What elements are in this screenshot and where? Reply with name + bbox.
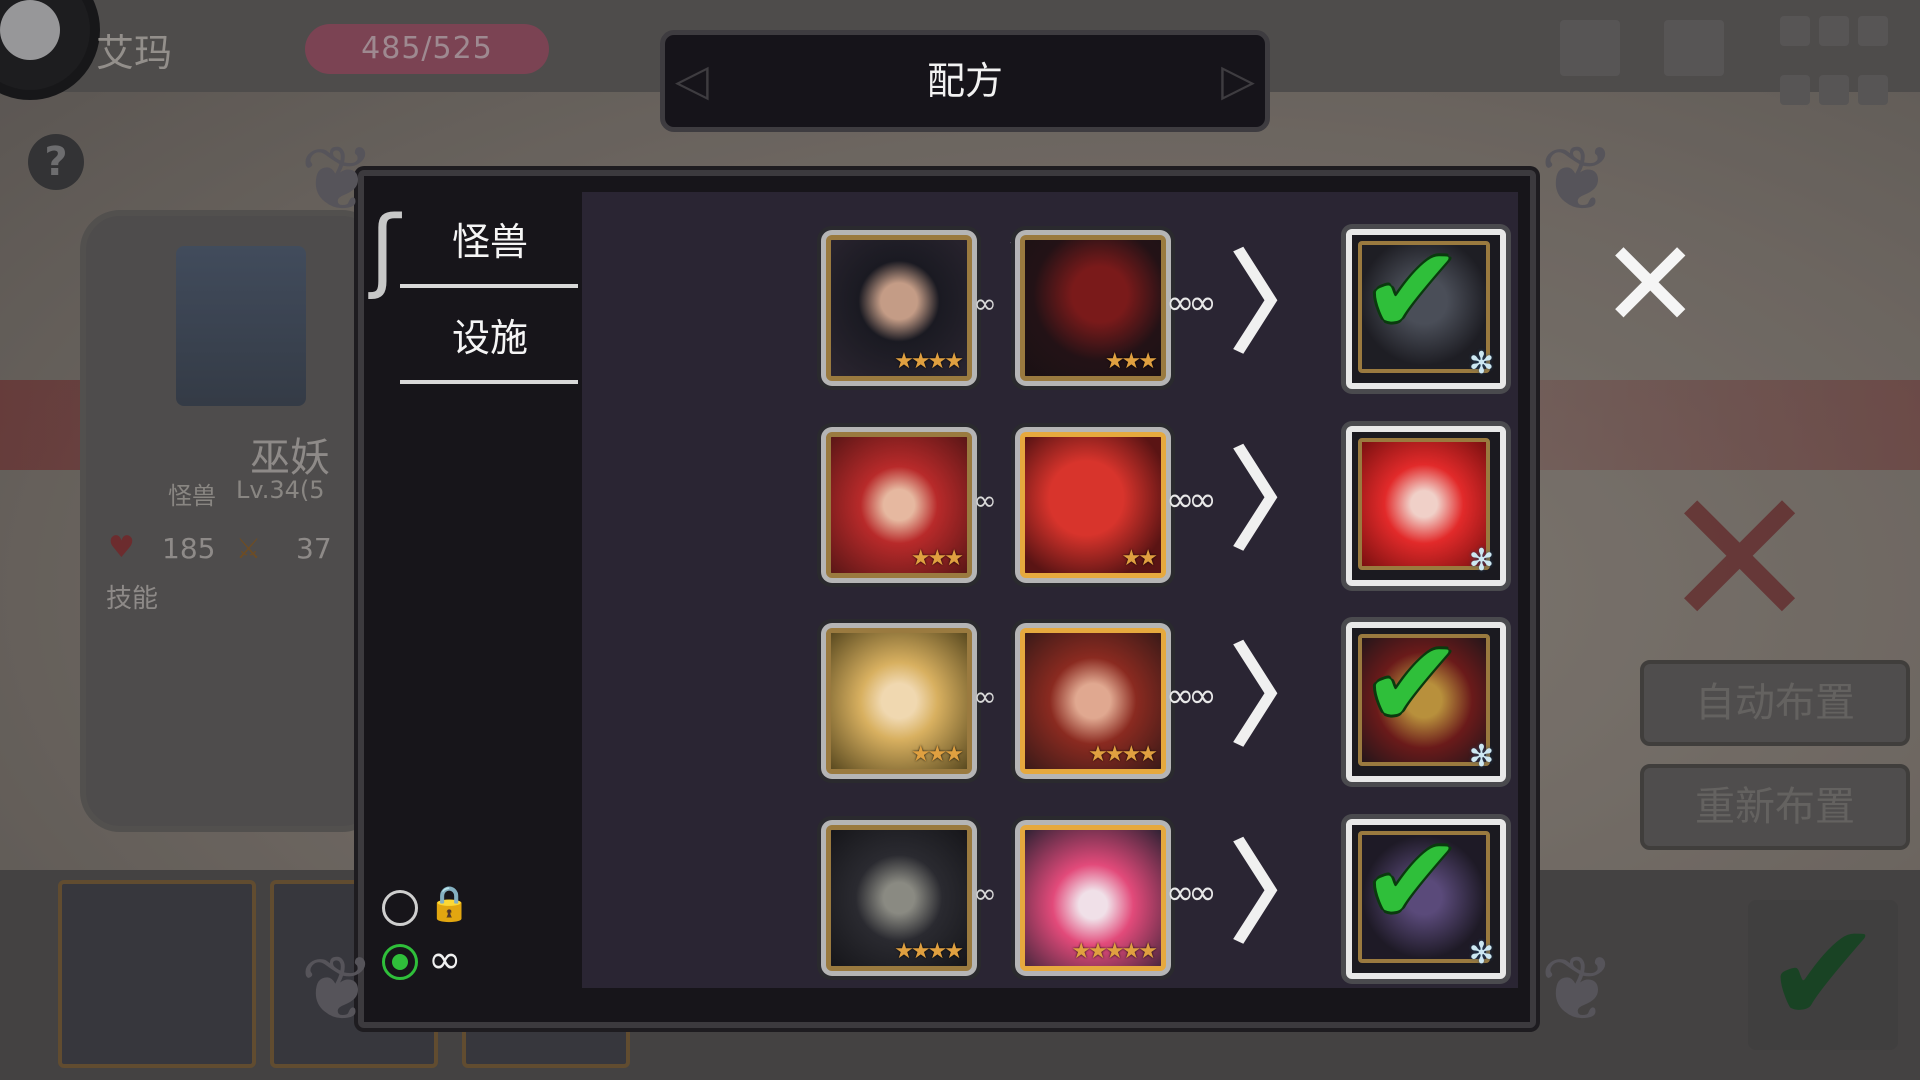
infinity-icon: ∞	[428, 937, 462, 983]
chain-link-icon: ∞	[973, 877, 997, 910]
chain-link-icon: ∞	[973, 680, 997, 713]
snowflake-icon: ✻	[1468, 346, 1494, 381]
tab-divider	[400, 284, 578, 288]
star-rating: ★★	[1121, 546, 1158, 571]
title-wing-right: ▷	[1221, 55, 1255, 106]
ingredient-slot[interactable]: ★★★★	[826, 825, 972, 971]
filter-infinite-radio[interactable]	[382, 944, 418, 980]
star-rating: ★★★	[1104, 349, 1158, 374]
chain-link-icon: ∞∞	[1166, 480, 1217, 520]
checkmark-icon: ✔	[1362, 615, 1463, 754]
ingredient-slot[interactable]: ★★★	[826, 628, 972, 774]
ingredient-slot[interactable]: ★★★★	[826, 235, 972, 381]
result-slot[interactable]: ✔ ✻	[1346, 615, 1506, 782]
result-slot[interactable]: ✔ ✻	[1346, 222, 1506, 389]
corner-ornament: ❦	[300, 127, 376, 232]
star-rating: ★★★★	[1088, 742, 1158, 767]
arrow-right-icon: 〉	[1230, 437, 1340, 565]
star-rating: ★★★	[910, 546, 964, 571]
snowflake-icon: ✻	[1468, 936, 1494, 971]
arrow-right-icon: 〉	[1230, 830, 1340, 958]
tab-monster[interactable]: 怪兽	[400, 200, 580, 284]
corner-ornament: ❦	[300, 937, 376, 1042]
star-rating: ★★★★★	[1071, 939, 1158, 964]
lock-icon: 🔒	[428, 884, 471, 924]
chain-link-icon: ∞∞	[1166, 283, 1217, 323]
chain-link-icon: ∞	[973, 484, 997, 517]
filter-locked-radio[interactable]	[382, 890, 418, 926]
checkmark-icon: ✔	[1362, 812, 1463, 951]
ingredient-slot[interactable]: ★★★★★	[1020, 825, 1166, 971]
chain-link-icon: ∞∞	[1166, 676, 1217, 716]
result-slot[interactable]: ✻	[1346, 426, 1506, 586]
dialog-title-bar: ◁ 配方 ▷	[660, 30, 1270, 132]
star-rating: ★★★	[910, 742, 964, 767]
star-rating: ★★★★	[894, 939, 964, 964]
corner-ornament: ❦	[1540, 127, 1616, 232]
star-rating: ★★★★	[894, 349, 964, 374]
checkmark-icon: ✔	[1362, 222, 1463, 361]
ingredient-slot[interactable]: ★★★	[826, 432, 972, 578]
snowflake-icon: ✻	[1468, 543, 1494, 578]
tab-divider	[400, 380, 578, 384]
tab-facility[interactable]: 设施	[400, 296, 580, 380]
chain-link-icon: ∞	[973, 287, 997, 320]
arrow-right-icon: 〉	[1230, 240, 1340, 368]
arrow-right-icon: 〉	[1230, 633, 1340, 761]
result-slot[interactable]: ✔ ✻	[1346, 812, 1506, 979]
ingredient-slot[interactable]: ★★	[1020, 432, 1166, 578]
ingredient-slot[interactable]: ★★★	[1020, 235, 1166, 381]
chain-link-icon: ∞∞	[1166, 873, 1217, 913]
close-icon[interactable]: ✕	[1600, 226, 1701, 346]
ingredient-slot[interactable]: ★★★★	[1020, 628, 1166, 774]
corner-ornament: ❦	[1540, 937, 1616, 1042]
snowflake-icon: ✻	[1468, 739, 1494, 774]
